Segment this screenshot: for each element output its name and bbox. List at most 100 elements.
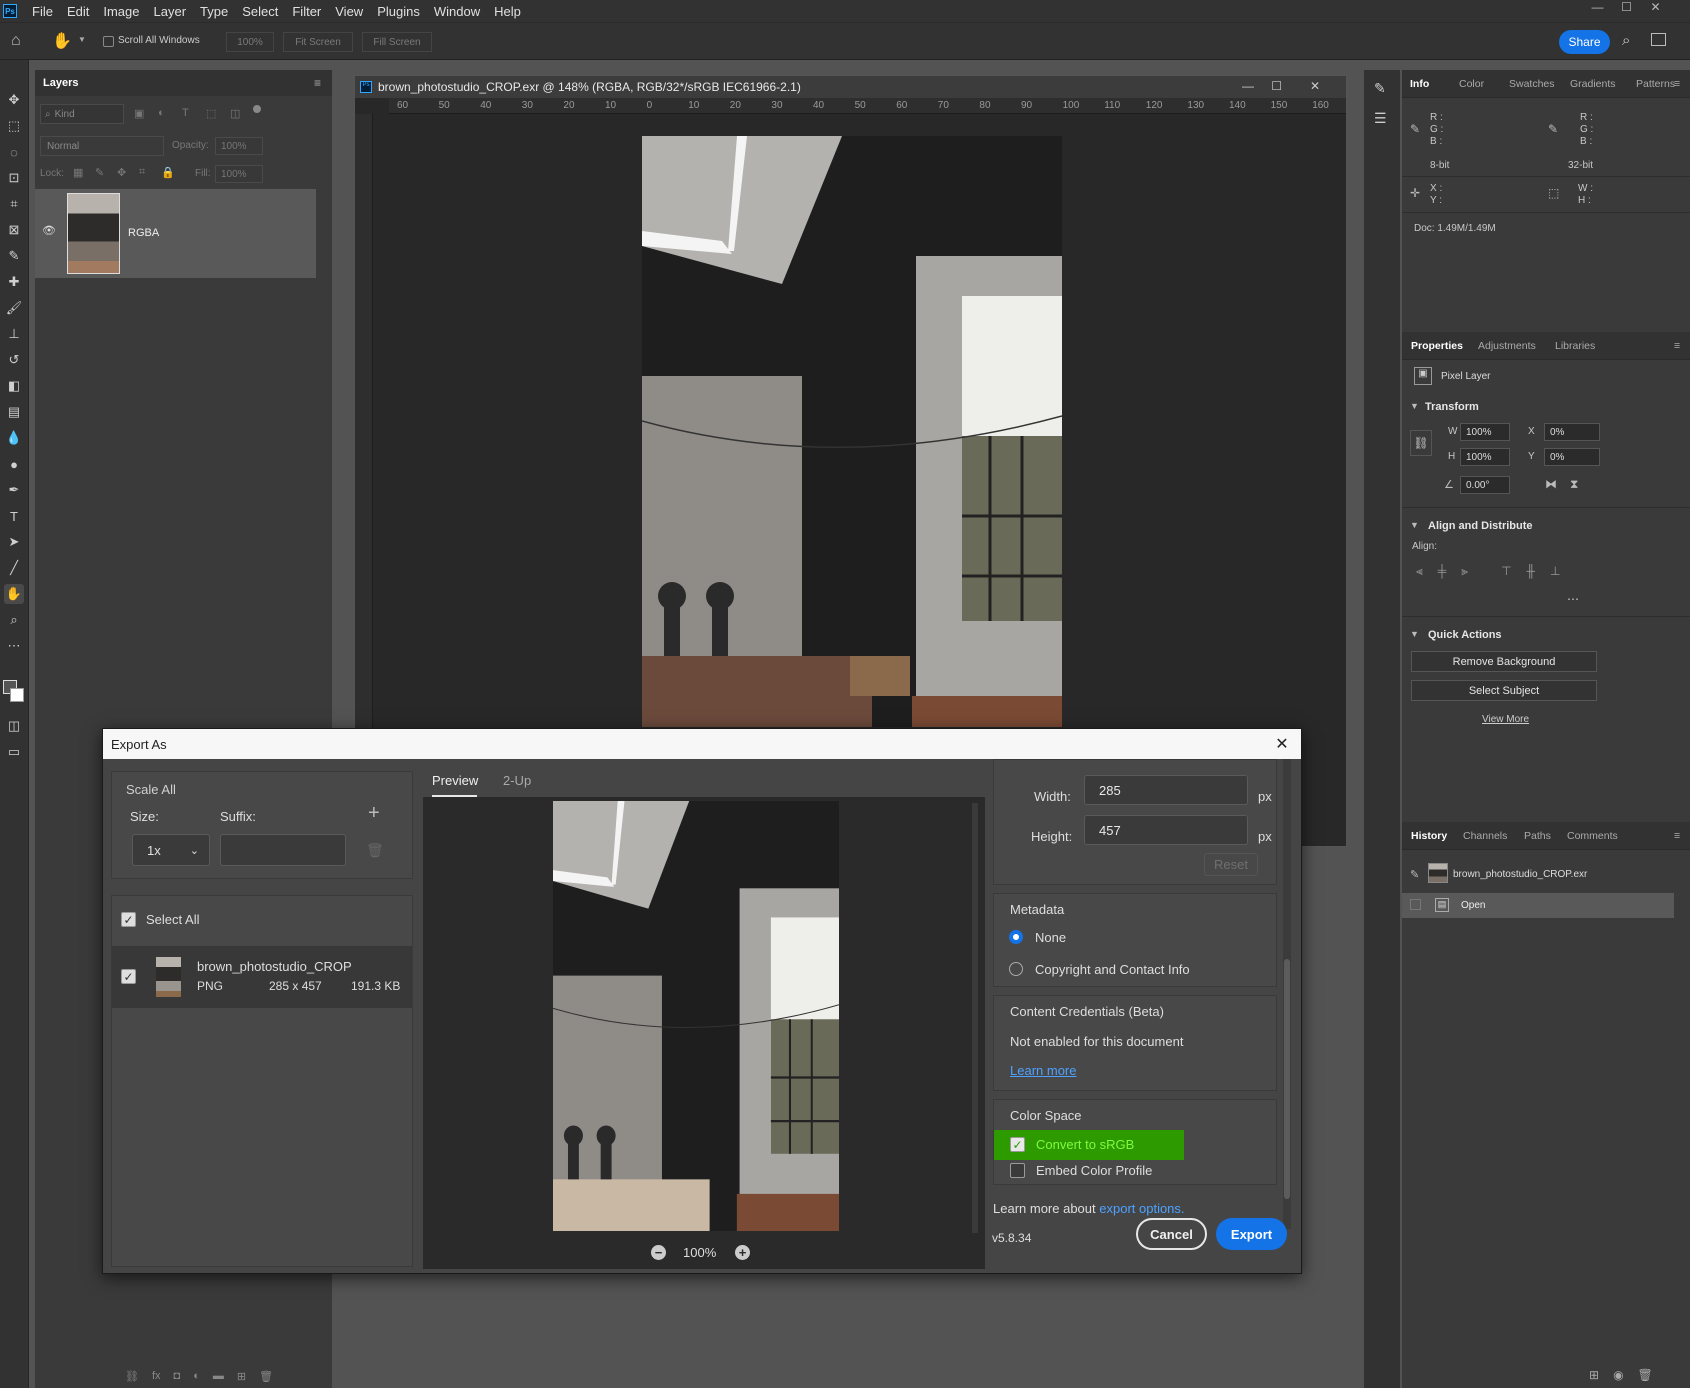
add-mask-icon[interactable]: ◘ xyxy=(174,1370,181,1383)
eyedropper-icon[interactable]: ✎ xyxy=(4,246,24,266)
remove-background-button[interactable]: Remove Background xyxy=(1411,651,1597,672)
chevron-down-icon[interactable]: ▼ xyxy=(1410,629,1419,639)
scale-select[interactable]: 1x ⌄ xyxy=(132,834,210,866)
snapshot-label[interactable]: brown_photostudio_CROP.exr xyxy=(1453,869,1587,880)
trash-icon[interactable]: 🗑 xyxy=(366,842,384,859)
tab-properties[interactable]: Properties xyxy=(1411,340,1463,352)
metadata-copyright-radio[interactable] xyxy=(1009,962,1023,976)
cancel-button[interactable]: Cancel xyxy=(1136,1218,1207,1250)
transform-w-input[interactable]: 100% xyxy=(1460,423,1510,441)
tab-info[interactable]: Info xyxy=(1410,78,1429,90)
tab-color[interactable]: Color xyxy=(1459,78,1484,90)
tab-gradients[interactable]: Gradients xyxy=(1570,78,1616,90)
zoom-in-icon[interactable]: + xyxy=(735,1245,750,1260)
blend-mode-select[interactable]: Normal xyxy=(40,136,164,156)
convert-srgb-checkbox[interactable]: ✓ xyxy=(1010,1137,1025,1152)
history-step-row[interactable]: ▤ Open xyxy=(1402,893,1674,918)
hand-tool-icon[interactable]: ✋ xyxy=(52,31,72,51)
more-tools-icon[interactable]: ⋯ xyxy=(4,636,24,656)
menu-layer[interactable]: Layer xyxy=(147,4,194,19)
adjustments-icon[interactable]: ☰ xyxy=(1374,110,1387,127)
trash-icon[interactable]: 🗑 xyxy=(1638,1368,1653,1382)
zoom-out-icon[interactable]: − xyxy=(651,1245,666,1260)
dodge-tool-icon[interactable]: ● xyxy=(4,454,24,474)
marquee-tool-icon[interactable]: ⬚ xyxy=(4,116,24,136)
transform-y-input[interactable]: 0% xyxy=(1544,448,1600,466)
menu-filter[interactable]: Filter xyxy=(285,4,328,19)
link-icon[interactable]: ⛓ xyxy=(1410,430,1432,456)
lock-paint-icon[interactable]: ✎ xyxy=(95,166,104,179)
tab-layers[interactable]: Layers xyxy=(43,70,78,96)
flip-horizontal-icon[interactable]: ⧓ xyxy=(1545,477,1557,491)
lasso-tool-icon[interactable]: ◌ xyxy=(4,142,24,162)
lock-position-icon[interactable]: ✥ xyxy=(117,166,126,179)
doc-close-icon[interactable]: ✕ xyxy=(1310,79,1320,93)
minimize-icon[interactable]: — xyxy=(1583,0,1612,22)
healing-brush-icon[interactable]: ✚ xyxy=(4,272,24,292)
document-canvas[interactable] xyxy=(642,136,1062,727)
shape-filter-icon[interactable]: ⬚ xyxy=(206,107,216,120)
move-tool-icon[interactable]: ✥ xyxy=(4,90,24,110)
metadata-none-radio[interactable] xyxy=(1009,930,1023,944)
transform-h-input[interactable]: 100% xyxy=(1460,448,1510,466)
close-icon[interactable]: ✕ xyxy=(1641,0,1670,22)
align-bottom-icon[interactable]: ⊥ xyxy=(1550,564,1560,579)
lock-pixels-icon[interactable]: ▦ xyxy=(73,166,83,179)
fit-screen-button[interactable]: Fit Screen xyxy=(283,32,353,52)
menu-help[interactable]: Help xyxy=(487,4,528,19)
eraser-tool-icon[interactable]: ◧ xyxy=(4,376,24,396)
frame-tool-icon[interactable]: ⊠ xyxy=(4,220,24,240)
tab-preview[interactable]: Preview xyxy=(432,773,478,788)
history-source-checkbox[interactable] xyxy=(1410,899,1421,910)
transform-x-input[interactable]: 0% xyxy=(1544,423,1600,441)
panel-menu-icon[interactable]: ≡ xyxy=(314,76,321,90)
path-selection-icon[interactable]: ➤ xyxy=(4,532,24,552)
search-icon[interactable]: ⌕ xyxy=(1622,32,1630,49)
more-options-icon[interactable]: ⋯ xyxy=(1567,592,1579,606)
tab-channels[interactable]: Channels xyxy=(1463,830,1507,842)
opacity-input[interactable]: 100% xyxy=(215,137,263,155)
tab-libraries[interactable]: Libraries xyxy=(1555,340,1595,352)
object-selection-icon[interactable]: ⊡ xyxy=(4,168,24,188)
eye-icon[interactable]: 👁 xyxy=(42,224,56,237)
zoom-tool-icon[interactable]: ⌕ xyxy=(4,610,24,630)
menu-plugins[interactable]: Plugins xyxy=(370,4,427,19)
suffix-input[interactable] xyxy=(220,834,346,866)
brush-tool-icon[interactable]: 🖌 xyxy=(4,298,24,318)
angle-input[interactable]: 0.00° xyxy=(1460,476,1510,494)
zoom-100-button[interactable]: 100% xyxy=(226,32,274,52)
tab-adjustments[interactable]: Adjustments xyxy=(1478,340,1536,352)
flip-vertical-icon[interactable]: ⧗ xyxy=(1570,477,1578,492)
scroll-all-windows-checkbox[interactable] xyxy=(103,36,114,47)
fill-input[interactable]: 100% xyxy=(215,165,263,183)
menu-type[interactable]: Type xyxy=(193,4,235,19)
type-filter-icon[interactable]: T xyxy=(182,107,189,119)
properties-menu-icon[interactable]: ≡ xyxy=(1674,340,1680,352)
adjustment-layer-icon[interactable]: ◐ xyxy=(193,1370,200,1383)
asset-checkbox[interactable]: ✓ xyxy=(121,969,136,984)
history-brush-icon[interactable]: ↺ xyxy=(4,350,24,370)
align-center-h-icon[interactable]: ╪ xyxy=(1438,564,1447,579)
quick-mask-icon[interactable]: ◫ xyxy=(4,716,24,736)
reset-button[interactable]: Reset xyxy=(1204,853,1258,876)
layer-row[interactable]: 👁 RGBA xyxy=(35,189,316,278)
tab-swatches[interactable]: Swatches xyxy=(1509,78,1555,90)
menu-edit[interactable]: Edit xyxy=(60,4,96,19)
tab-paths[interactable]: Paths xyxy=(1524,830,1551,842)
adjustment-filter-icon[interactable]: ◐ xyxy=(158,107,165,119)
gradient-tool-icon[interactable]: ▤ xyxy=(4,402,24,422)
preview-scrollbar[interactable] xyxy=(972,803,978,1233)
tab-comments[interactable]: Comments xyxy=(1567,830,1618,842)
history-brush-icon[interactable]: ✎ xyxy=(1410,868,1419,881)
align-right-icon[interactable]: ⫸ xyxy=(1461,564,1468,579)
lock-artboard-icon[interactable]: ⌗ xyxy=(139,166,145,179)
embed-profile-checkbox[interactable] xyxy=(1010,1163,1025,1178)
smart-object-filter-icon[interactable]: ◫ xyxy=(230,107,240,120)
lock-all-icon[interactable]: 🔒 xyxy=(161,166,175,179)
camera-icon[interactable]: ◉ xyxy=(1613,1368,1623,1382)
tab-2-up[interactable]: 2-Up xyxy=(503,773,531,788)
pen-tool-icon[interactable]: ✒ xyxy=(4,480,24,500)
select-all-checkbox[interactable]: ✓ xyxy=(121,912,136,927)
menu-view[interactable]: View xyxy=(328,4,370,19)
fx-icon[interactable]: fx xyxy=(152,1370,161,1383)
